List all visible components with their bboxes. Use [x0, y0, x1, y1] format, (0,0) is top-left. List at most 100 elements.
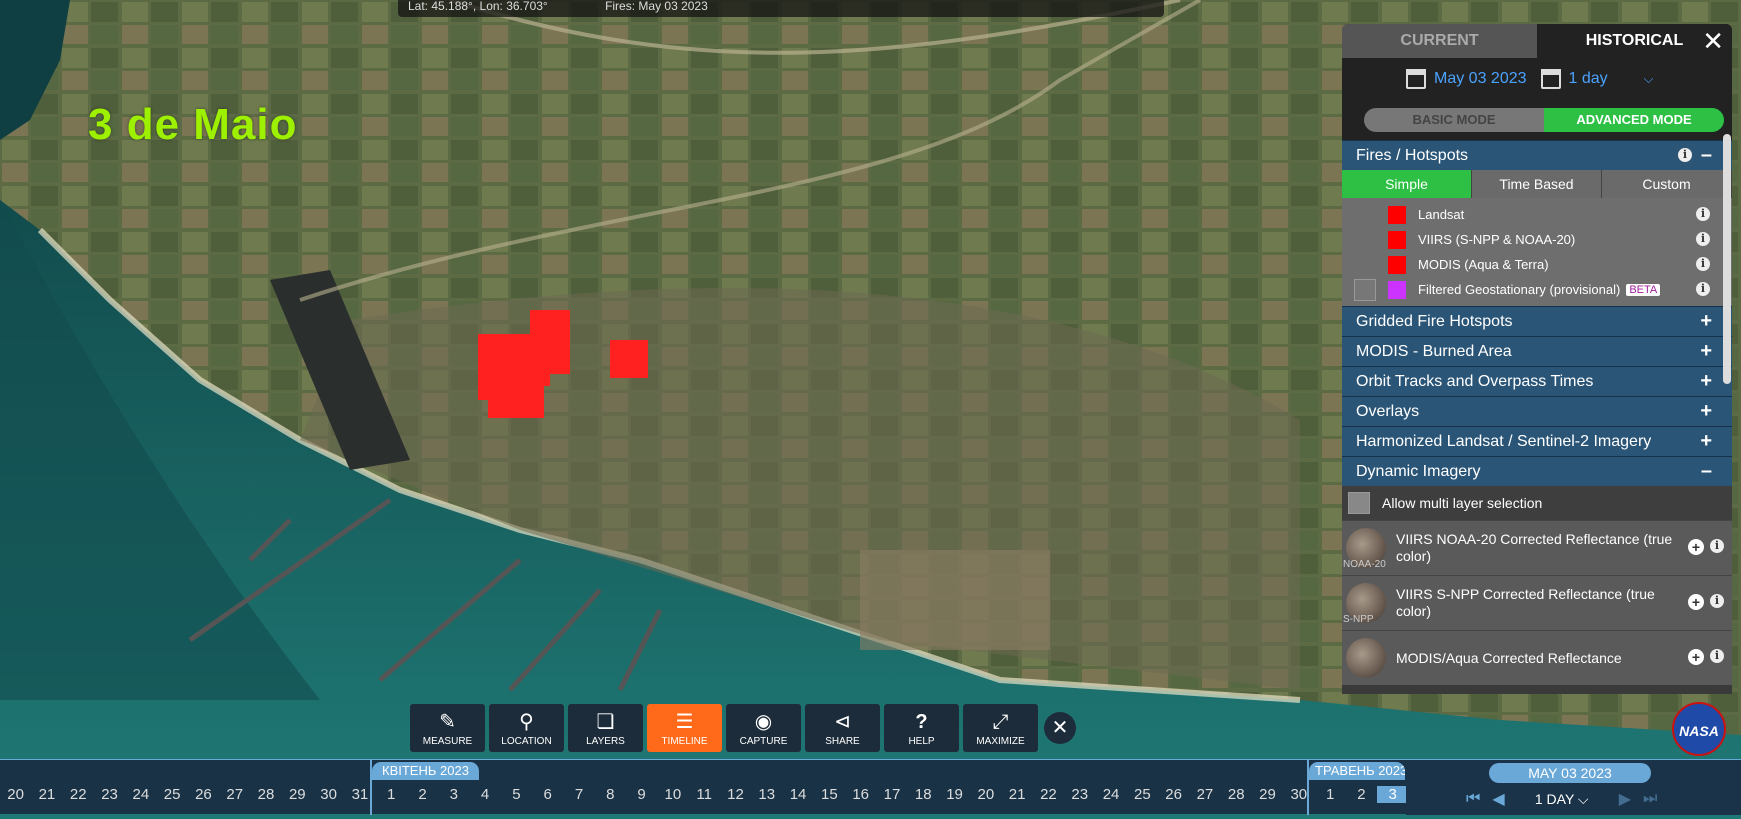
- timeline-day[interactable]: 8: [595, 786, 626, 803]
- timeline-day[interactable]: 20: [970, 786, 1001, 803]
- timeline-day[interactable]: 22: [1033, 786, 1064, 803]
- timeline-day[interactable]: 17: [876, 786, 907, 803]
- collapse-icon[interactable]: –: [1701, 460, 1712, 483]
- timeline-day[interactable]: 27: [1189, 786, 1220, 803]
- timeline-day[interactable]: 23: [1064, 786, 1095, 803]
- timeline-day[interactable]: 26: [1158, 786, 1189, 803]
- timeline-day[interactable]: 11: [689, 786, 720, 803]
- close-toolbar-icon[interactable]: ✕: [1044, 712, 1076, 744]
- imagery-layer-viirs-snpp[interactable]: S-NPP VIIRS S-NPP Corrected Reflectance …: [1342, 575, 1732, 630]
- add-layer-icon[interactable]: +: [1688, 594, 1704, 610]
- timeline-day[interactable]: 23: [94, 786, 125, 803]
- timeline-day[interactable]: 14: [782, 786, 813, 803]
- timeline-day[interactable]: 10: [657, 786, 688, 803]
- calendar-icon[interactable]: [1406, 69, 1426, 89]
- location-button[interactable]: ⚲ LOCATION: [489, 704, 564, 752]
- timeline-day[interactable]: 28: [250, 786, 281, 803]
- timeline-day[interactable]: 20: [0, 786, 31, 803]
- subtab-time-based[interactable]: Time Based: [1472, 170, 1602, 198]
- timeline-day[interactable]: 13: [751, 786, 782, 803]
- timeline-day[interactable]: 30: [313, 786, 344, 803]
- layer-checkbox[interactable]: [1354, 278, 1376, 301]
- fire-layer-landsat[interactable]: Landsat i: [1342, 202, 1732, 227]
- add-layer-icon[interactable]: +: [1688, 649, 1704, 665]
- timeline-day[interactable]: 24: [1095, 786, 1126, 803]
- timeline-day[interactable]: 29: [282, 786, 313, 803]
- timeline-day[interactable]: 18: [908, 786, 939, 803]
- capture-button[interactable]: ◉ CAPTURE: [726, 704, 801, 752]
- expand-icon[interactable]: +: [1700, 370, 1712, 393]
- timeline-day[interactable]: 7: [563, 786, 594, 803]
- timeline-day[interactable]: 29: [1252, 786, 1283, 803]
- fire-layer-geostationary[interactable]: Filtered Geostationary (provisional) BET…: [1342, 277, 1732, 302]
- expand-icon[interactable]: +: [1700, 400, 1712, 423]
- info-icon[interactable]: i: [1696, 257, 1710, 271]
- timeline-day[interactable]: 1: [376, 786, 407, 803]
- multi-layer-checkbox[interactable]: [1348, 492, 1370, 514]
- interval-select[interactable]: 1 day: [1569, 70, 1608, 88]
- timeline-day[interactable]: 25: [1127, 786, 1158, 803]
- info-icon[interactable]: i: [1696, 232, 1710, 246]
- info-icon[interactable]: i: [1710, 539, 1724, 553]
- timeline-day[interactable]: 21: [31, 786, 62, 803]
- timeline-day[interactable]: 12: [720, 786, 751, 803]
- timeline-day[interactable]: 24: [125, 786, 156, 803]
- share-button[interactable]: ⊲ SHARE: [805, 704, 880, 752]
- timeline-day[interactable]: 30: [1283, 786, 1314, 803]
- info-icon[interactable]: i: [1696, 207, 1710, 221]
- fire-layer-viirs[interactable]: VIIRS (S-NPP & NOAA-20) i: [1342, 227, 1732, 252]
- section-harmonized-landsat[interactable]: Harmonized Landsat / Sentinel-2 Imagery …: [1342, 426, 1732, 456]
- multi-layer-toggle[interactable]: Allow multi layer selection: [1342, 486, 1732, 520]
- timeline-day[interactable]: 6: [532, 786, 563, 803]
- section-overlays[interactable]: Overlays +: [1342, 396, 1732, 426]
- subtab-simple[interactable]: Simple: [1342, 170, 1472, 198]
- expand-icon[interactable]: +: [1700, 310, 1712, 333]
- section-fires-hotspots[interactable]: Fires / Hotspots i –: [1342, 140, 1732, 170]
- timeline-day[interactable]: 26: [188, 786, 219, 803]
- timeline-button[interactable]: ☰ TIMELINE: [647, 704, 722, 752]
- help-button[interactable]: ? HELP: [884, 704, 959, 752]
- timeline-day[interactable]: 22: [63, 786, 94, 803]
- timeline-day[interactable]: 2: [1346, 786, 1377, 803]
- info-icon[interactable]: i: [1710, 649, 1724, 663]
- timeline-day[interactable]: 15: [814, 786, 845, 803]
- interval-select[interactable]: 1 DAY ⌵: [1517, 791, 1607, 808]
- timeline-day[interactable]: 25: [156, 786, 187, 803]
- section-dynamic-imagery[interactable]: Dynamic Imagery –: [1342, 456, 1732, 486]
- timeline-day[interactable]: 9: [626, 786, 657, 803]
- timeline-bar[interactable]: 20 21 22 23 24 25 26 27 28 29 30 31 1 2 3 4 5 6 7 8 9 10 11 12 1…: [0, 759, 1741, 815]
- timeline-day[interactable]: 3: [1377, 786, 1409, 803]
- timeline-day[interactable]: 27: [219, 786, 250, 803]
- collapse-icon[interactable]: –: [1701, 144, 1712, 167]
- timeline-day[interactable]: 28: [1221, 786, 1252, 803]
- calendar-icon[interactable]: [1540, 69, 1561, 89]
- imagery-layer-viirs-noaa20[interactable]: NOAA-20 VIIRS NOAA-20 Corrected Reflecta…: [1342, 520, 1732, 575]
- advanced-mode-button[interactable]: ADVANCED MODE: [1544, 108, 1724, 132]
- selected-date[interactable]: MAY 03 2023: [1489, 763, 1651, 783]
- section-orbit-tracks[interactable]: Orbit Tracks and Overpass Times +: [1342, 366, 1732, 396]
- expand-icon[interactable]: +: [1700, 340, 1712, 363]
- info-icon[interactable]: i: [1678, 148, 1692, 162]
- chevron-down-icon[interactable]: ⌵: [1644, 71, 1654, 87]
- skip-back-icon[interactable]: ⏮: [1466, 790, 1480, 808]
- subtab-custom[interactable]: Custom: [1602, 170, 1732, 198]
- measure-button[interactable]: ✎ MEASURE: [410, 704, 485, 752]
- timeline-day[interactable]: 16: [845, 786, 876, 803]
- imagery-layer-modis-aqua[interactable]: MODIS/Aqua Corrected Reflectance + i: [1342, 630, 1732, 685]
- expand-icon[interactable]: +: [1700, 430, 1712, 453]
- section-gridded-fire-hotspots[interactable]: Gridded Fire Hotspots +: [1342, 306, 1732, 336]
- skip-forward-icon[interactable]: ⏭: [1643, 790, 1657, 808]
- timeline-day[interactable]: 1: [1314, 786, 1345, 803]
- layers-button[interactable]: ❏ LAYERS: [568, 704, 643, 752]
- timeline-day[interactable]: 5: [501, 786, 532, 803]
- step-back-icon[interactable]: ◀: [1492, 789, 1504, 809]
- timeline-day[interactable]: 2: [407, 786, 438, 803]
- close-icon[interactable]: ✕: [1702, 26, 1724, 56]
- info-icon[interactable]: i: [1710, 594, 1724, 608]
- add-layer-icon[interactable]: +: [1688, 539, 1704, 555]
- timeline-day[interactable]: 21: [1002, 786, 1033, 803]
- fire-layer-modis[interactable]: MODIS (Aqua & Terra) i: [1342, 252, 1732, 277]
- section-modis-burned-area[interactable]: MODIS - Burned Area +: [1342, 336, 1732, 366]
- timeline-day[interactable]: 19: [939, 786, 970, 803]
- timeline-day[interactable]: 4: [469, 786, 500, 803]
